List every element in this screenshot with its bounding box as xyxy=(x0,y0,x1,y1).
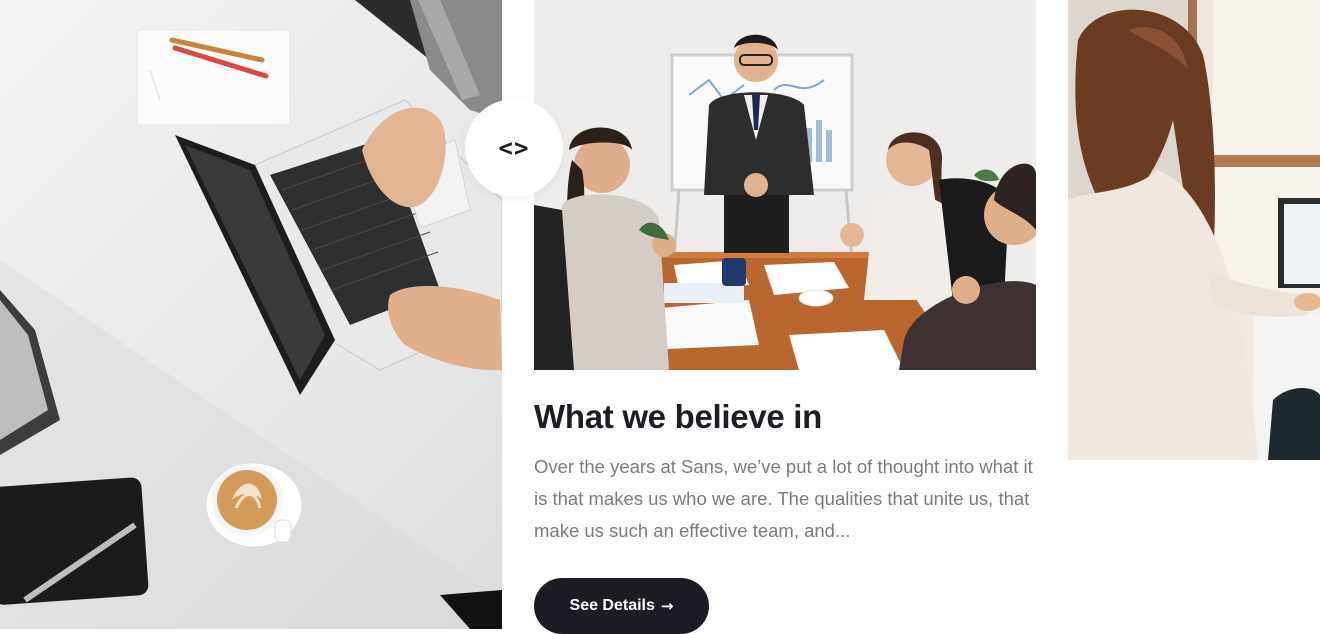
woman-laptop-illustration xyxy=(1068,0,1320,460)
meeting-illustration xyxy=(534,0,1036,370)
slide-image-meeting xyxy=(534,0,1036,370)
arrow-right-icon: → xyxy=(660,597,674,615)
code-brackets-icon: <> xyxy=(498,134,530,162)
see-details-label: See Details xyxy=(569,597,655,614)
slide-image-laptop-desk xyxy=(0,0,502,629)
see-details-button[interactable]: See Details → xyxy=(534,578,709,634)
slider-stage: <> What we believe in Over the years at … xyxy=(0,0,1320,634)
card-title: What we believe in xyxy=(534,398,823,435)
card-description: Over the years at Sans, we’ve put a lot … xyxy=(534,456,1033,541)
slide-image-woman-laptop xyxy=(1068,0,1320,460)
slider-nav-button[interactable]: <> xyxy=(465,99,563,197)
laptop-desk-illustration xyxy=(0,0,502,629)
